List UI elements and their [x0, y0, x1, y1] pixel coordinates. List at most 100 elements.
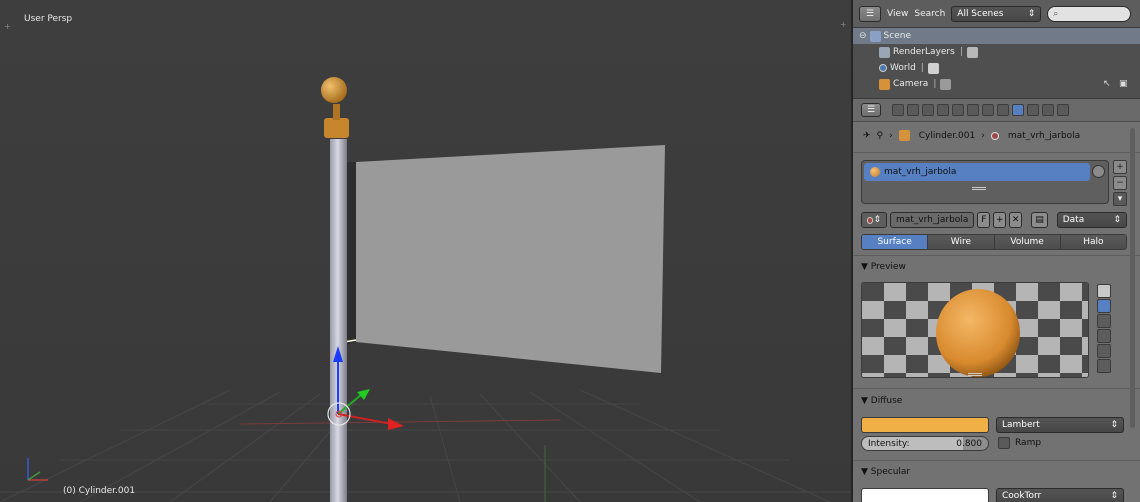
browse-material-button[interactable]: ⇕ — [861, 212, 887, 228]
editor-type-icon[interactable]: ☰ — [861, 103, 881, 117]
add-slot-icon[interactable]: + — [1113, 160, 1127, 174]
new-material-icon[interactable]: + — [993, 212, 1007, 228]
object-data-icon: ⚲ — [876, 130, 884, 141]
viewport-scene — [0, 77, 851, 502]
outliner-label: RenderLayers — [893, 47, 955, 57]
specular-shader-value: CookTorr — [1002, 491, 1042, 501]
slot-toggle-icon[interactable] — [1092, 165, 1105, 178]
world-texture-icon — [927, 62, 939, 74]
corner-widget-icon[interactable]: + — [840, 21, 847, 29]
specular-color-swatch[interactable] — [861, 488, 989, 502]
material-tab-icon[interactable] — [1012, 104, 1024, 116]
intensity-value: 0.800 — [956, 438, 982, 449]
world-tab-icon[interactable] — [937, 104, 949, 116]
display-mode-select[interactable]: All Scenes ⇕ — [951, 5, 1042, 22]
diffuse-color-swatch[interactable] — [861, 417, 989, 433]
physics-tab-icon[interactable] — [1057, 104, 1069, 116]
modifiers-tab-icon[interactable] — [982, 104, 994, 116]
link-select[interactable]: Data ⇕ — [1056, 212, 1128, 228]
material-slot-item[interactable]: mat_vrh_jarbola — [864, 163, 1090, 181]
view-label: User Persp — [24, 14, 73, 24]
tab-halo[interactable]: Halo — [1060, 235, 1126, 249]
render-icon[interactable]: ▣ — [1119, 79, 1128, 89]
divider: | — [959, 47, 963, 57]
diffuse-panel-header[interactable]: ▼ Diffuse — [861, 396, 902, 406]
preview-sphere-icon[interactable] — [1097, 299, 1111, 313]
node-icon[interactable]: ▤ — [1031, 212, 1048, 228]
breadcrumb-object: Cylinder.001 — [918, 130, 976, 141]
preview-sky-icon[interactable] — [1097, 359, 1111, 373]
outliner-row-camera[interactable]: Camera | ↖ ▣ — [853, 76, 1140, 92]
menu-view[interactable]: View — [887, 9, 908, 19]
updown-icon: ⇕ — [1110, 491, 1118, 501]
cursor-select-icon[interactable]: ↖ — [1103, 79, 1111, 89]
tab-wire[interactable]: Wire — [928, 235, 995, 249]
render-tab-icon[interactable] — [892, 104, 904, 116]
material-slot-list[interactable]: mat_vrh_jarbola — [861, 160, 1109, 204]
collapse-icon[interactable]: ⊖ — [859, 31, 867, 41]
outliner-label: Scene — [883, 31, 911, 41]
corner-widget-icon[interactable]: + — [4, 23, 11, 31]
ramp-checkbox[interactable] — [998, 437, 1010, 449]
material-name-field[interactable]: mat_vrh_jarbola — [890, 212, 975, 228]
outliner-header: ☰ View Search All Scenes ⇕ ⌕ — [853, 0, 1140, 28]
material-datablock-row: ⇕ mat_vrh_jarbola F + ✕ ▤ Data ⇕ — [861, 212, 1128, 230]
properties-scrollbar[interactable] — [1130, 128, 1135, 428]
outliner-search-input[interactable]: ⌕ — [1047, 5, 1132, 22]
object-tab-icon[interactable] — [952, 104, 964, 116]
updown-icon: ⇕ — [1110, 420, 1118, 430]
preview-monkey-icon[interactable] — [1097, 329, 1111, 343]
camera-icon — [879, 78, 890, 90]
flag-pole[interactable] — [330, 139, 347, 502]
preview-cube-icon[interactable] — [1097, 314, 1111, 328]
chevron-right-icon: › — [981, 130, 985, 141]
diffuse-shader-select[interactable]: Lambert ⇕ — [996, 417, 1124, 433]
constraints-tab-icon[interactable] — [967, 104, 979, 116]
intensity-label: Intensity: — [868, 438, 910, 449]
scene-tab-icon[interactable] — [922, 104, 934, 116]
render-layers-tab-icon[interactable] — [907, 104, 919, 116]
data-tab-icon[interactable] — [997, 104, 1009, 116]
tab-surface[interactable]: Surface — [862, 235, 929, 249]
object-info: (0) Cylinder.001 — [63, 486, 136, 496]
3d-viewport[interactable]: User Persp (0) Cylinder.001 + + — [0, 0, 851, 502]
ramp-label: Ramp — [1015, 438, 1042, 448]
material-name-value: mat_vrh_jarbola — [896, 215, 969, 225]
texture-tab-icon[interactable] — [1027, 104, 1039, 116]
layer-icon — [966, 46, 978, 58]
link-value: Data — [1062, 215, 1085, 225]
camera-data-icon — [940, 78, 952, 90]
pole-finial-base[interactable] — [324, 118, 349, 138]
resize-handle-icon[interactable] — [972, 187, 986, 190]
updown-icon: ⇕ — [1027, 8, 1036, 19]
remove-slot-icon[interactable]: − — [1113, 176, 1127, 190]
preview-hair-icon[interactable] — [1097, 344, 1111, 358]
diffuse-intensity-slider[interactable]: Intensity: 0.800 — [861, 436, 989, 451]
particles-tab-icon[interactable] — [1042, 104, 1054, 116]
pin-icon[interactable]: ✈ — [863, 131, 871, 141]
slot-menu-icon[interactable]: ▾ — [1113, 192, 1127, 206]
divider: | — [920, 63, 924, 73]
unlink-icon[interactable]: ✕ — [1009, 212, 1023, 228]
menu-search[interactable]: Search — [914, 9, 945, 19]
scene-icon — [869, 30, 881, 42]
preview-type-buttons — [1097, 284, 1113, 374]
outliner-row-world[interactable]: World | — [853, 60, 1140, 76]
ramp-toggle[interactable]: Ramp — [998, 437, 1041, 449]
outliner-label: World — [890, 63, 916, 73]
material-slot-name: mat_vrh_jarbola — [884, 167, 957, 177]
preview-panel-header[interactable]: ▼ Preview — [861, 262, 906, 272]
world-icon — [879, 64, 887, 72]
resize-handle-icon[interactable] — [968, 373, 982, 376]
flag-cloth[interactable] — [356, 145, 665, 373]
specular-shader-select[interactable]: CookTorr ⇕ — [996, 488, 1124, 502]
preview-plane-icon[interactable] — [1097, 284, 1111, 298]
fake-user-button[interactable]: F — [977, 212, 991, 228]
pole-finial-ball[interactable] — [321, 77, 347, 103]
specular-panel-header[interactable]: ▼ Specular — [861, 467, 910, 477]
tab-volume[interactable]: Volume — [994, 235, 1061, 249]
editor-type-icon[interactable]: ☰ — [859, 5, 881, 22]
outliner-row-scene[interactable]: ⊖ Scene — [853, 28, 1140, 44]
outliner-row-renderlayers[interactable]: RenderLayers | — [853, 44, 1140, 60]
side-panel: ☰ View Search All Scenes ⇕ ⌕ ⊖ Scene Ren… — [851, 0, 1140, 502]
